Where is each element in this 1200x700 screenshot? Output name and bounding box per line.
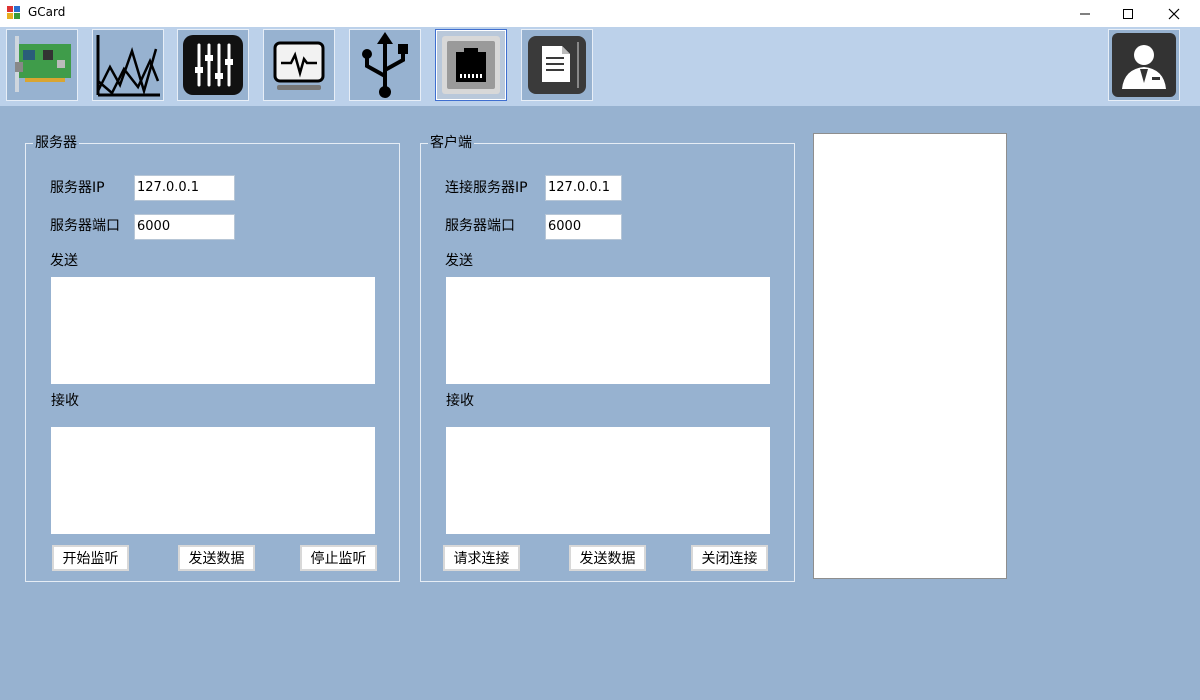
chart-button[interactable] bbox=[92, 29, 164, 101]
start-listen-button[interactable]: 开始监听 bbox=[52, 545, 129, 571]
toolbar bbox=[0, 27, 1200, 106]
client-group-title: 客户端 bbox=[428, 134, 474, 152]
monitor-button[interactable] bbox=[263, 29, 335, 101]
document-button[interactable] bbox=[521, 29, 593, 101]
maximize-button[interactable] bbox=[1105, 0, 1151, 27]
usb-icon bbox=[362, 32, 408, 98]
client-port-label: 服务器端口 bbox=[445, 218, 515, 234]
client-receive-label: 接收 bbox=[446, 393, 474, 409]
ethernet-port-icon bbox=[442, 36, 500, 94]
server-group-title: 服务器 bbox=[33, 134, 79, 152]
network-card-icon bbox=[15, 36, 71, 92]
request-connect-button[interactable]: 请求连接 bbox=[443, 545, 520, 571]
minimize-icon bbox=[1080, 13, 1090, 14]
client-receive-textarea[interactable] bbox=[446, 427, 770, 534]
monitor-pulse-icon bbox=[273, 41, 325, 90]
client-ip-input[interactable]: 127.0.0.1 bbox=[545, 175, 622, 201]
server-ip-input[interactable]: 127.0.0.1 bbox=[134, 175, 235, 201]
close-button[interactable] bbox=[1151, 0, 1197, 27]
server-send-data-button[interactable]: 发送数据 bbox=[178, 545, 255, 571]
stop-listen-button[interactable]: 停止监听 bbox=[300, 545, 377, 571]
app-icon bbox=[7, 6, 20, 19]
chart-icon bbox=[96, 35, 160, 97]
title-bar: GCard bbox=[0, 0, 1200, 27]
log-listbox[interactable] bbox=[813, 133, 1007, 579]
network-card-button[interactable] bbox=[6, 29, 78, 101]
sliders-icon bbox=[183, 35, 243, 95]
server-port-label: 服务器端口 bbox=[50, 218, 120, 234]
client-ip-label: 连接服务器IP bbox=[445, 180, 528, 196]
close-icon bbox=[1168, 8, 1180, 19]
server-receive-textarea[interactable] bbox=[51, 427, 375, 534]
document-icon bbox=[528, 36, 586, 94]
close-connect-button[interactable]: 关闭连接 bbox=[691, 545, 768, 571]
client-send-data-button[interactable]: 发送数据 bbox=[569, 545, 646, 571]
client-send-label: 发送 bbox=[445, 253, 473, 269]
user-icon bbox=[1112, 33, 1176, 97]
server-send-label: 发送 bbox=[50, 253, 78, 269]
maximize-icon bbox=[1123, 8, 1133, 19]
server-send-textarea[interactable] bbox=[51, 277, 375, 384]
window-title: GCard bbox=[28, 5, 66, 19]
server-ip-label: 服务器IP bbox=[50, 180, 105, 196]
minimize-button[interactable] bbox=[1062, 0, 1108, 27]
client-port-input[interactable]: 6000 bbox=[545, 214, 622, 240]
usb-button[interactable] bbox=[349, 29, 421, 101]
server-port-input[interactable]: 6000 bbox=[134, 214, 235, 240]
server-receive-label: 接收 bbox=[51, 393, 79, 409]
sliders-button[interactable] bbox=[177, 29, 249, 101]
client-send-textarea[interactable] bbox=[446, 277, 770, 384]
ethernet-button[interactable] bbox=[435, 29, 507, 101]
user-button[interactable] bbox=[1108, 29, 1180, 101]
